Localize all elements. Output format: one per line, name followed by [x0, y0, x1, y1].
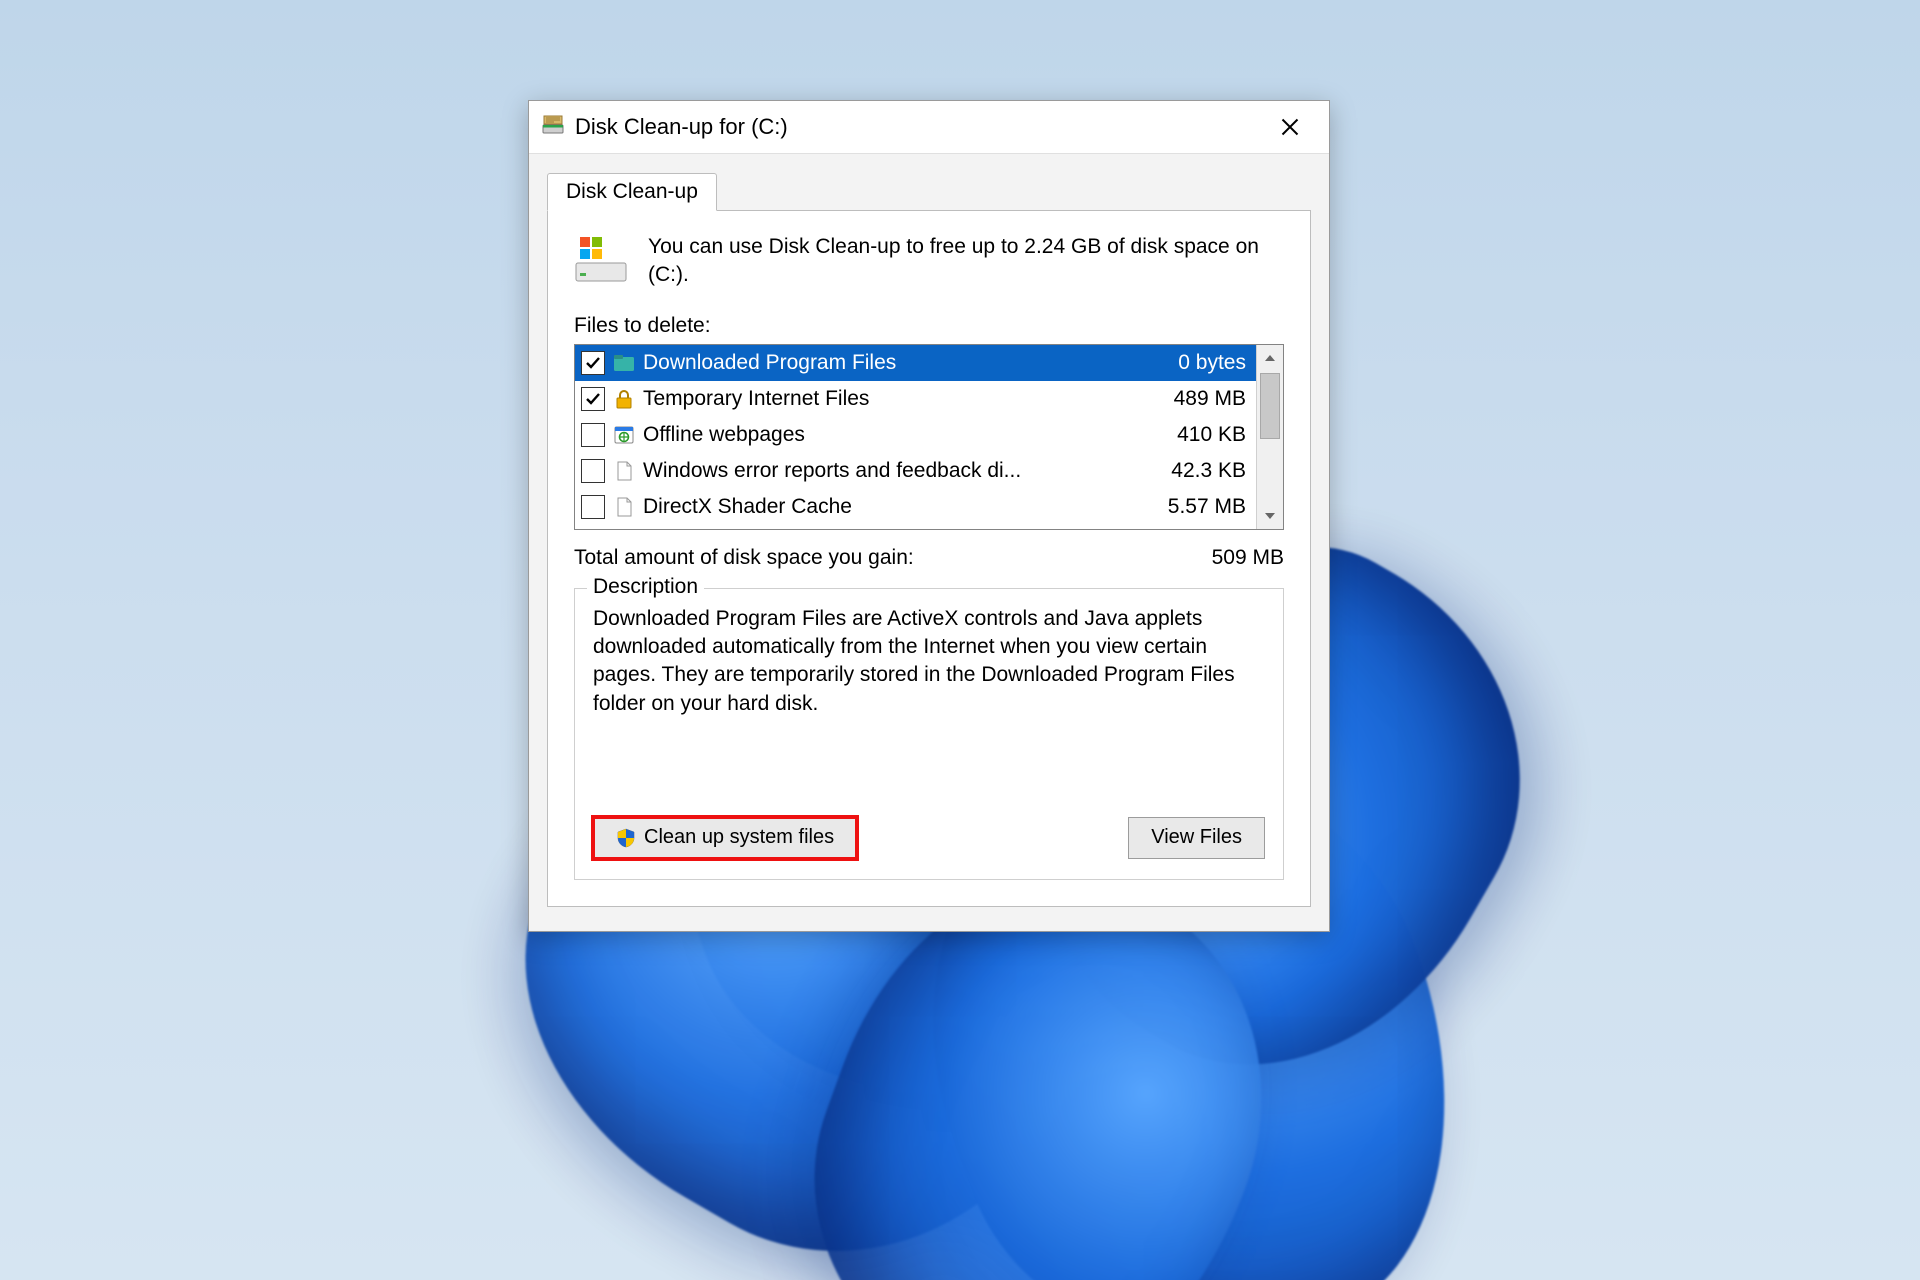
scroll-down-arrow[interactable] — [1257, 503, 1283, 529]
description-groupbox: Description Downloaded Program Files are… — [574, 588, 1284, 880]
scroll-up-arrow[interactable] — [1257, 345, 1283, 371]
titlebar[interactable]: Disk Clean-up for (C:) — [529, 101, 1329, 154]
file-name: Downloaded Program Files — [643, 351, 1128, 375]
file-size: 410 KB — [1136, 423, 1246, 447]
files-to-delete-label: Files to delete: — [574, 314, 1284, 338]
total-label: Total amount of disk space you gain: — [574, 546, 914, 570]
description-text: Downloaded Program Files are ActiveX con… — [593, 605, 1265, 718]
file-list-row[interactable]: Temporary Internet Files 489 MB — [575, 381, 1256, 417]
tab-label: Disk Clean-up — [566, 180, 698, 203]
file-checkbox[interactable] — [581, 351, 605, 375]
file-list-row[interactable]: Offline webpages 410 KB — [575, 417, 1256, 453]
file-size: 489 MB — [1136, 387, 1246, 411]
window-title: Disk Clean-up for (C:) — [575, 114, 1261, 140]
uac-shield-icon — [616, 828, 636, 848]
intro-text: You can use Disk Clean-up to free up to … — [648, 233, 1284, 290]
files-listbox[interactable]: Downloaded Program Files 0 bytes Temporary… — [574, 344, 1284, 530]
drive-icon — [574, 233, 628, 287]
file-list-row[interactable]: DirectX Shader Cache 5.57 MB — [575, 489, 1256, 525]
file-checkbox[interactable] — [581, 423, 605, 447]
file-name: Offline webpages — [643, 423, 1128, 447]
file-name: Windows error reports and feedback di... — [643, 459, 1128, 483]
total-value: 509 MB — [1212, 546, 1284, 570]
file-size: 5.57 MB — [1136, 495, 1246, 519]
folder-teal-icon — [613, 352, 635, 374]
description-legend: Description — [587, 575, 704, 599]
file-list-row[interactable]: Windows error reports and feedback di...… — [575, 453, 1256, 489]
scroll-thumb[interactable] — [1260, 373, 1280, 439]
webpage-icon — [613, 424, 635, 446]
disk-cleanup-title-icon — [541, 112, 565, 142]
file-checkbox[interactable] — [581, 459, 605, 483]
lock-icon — [613, 388, 635, 410]
tab-panel: You can use Disk Clean-up to free up to … — [547, 210, 1311, 907]
close-button[interactable] — [1261, 105, 1319, 149]
view-files-button[interactable]: View Files — [1128, 817, 1265, 859]
file-list-row[interactable]: Downloaded Program Files 0 bytes — [575, 345, 1256, 381]
clean-up-system-files-button[interactable]: Clean up system files — [593, 817, 857, 859]
file-checkbox[interactable] — [581, 387, 605, 411]
file-size: 0 bytes — [1136, 351, 1246, 375]
view-files-label: View Files — [1151, 826, 1242, 849]
scrollbar-vertical[interactable] — [1256, 345, 1283, 529]
file-checkbox[interactable] — [581, 495, 605, 519]
file-name: Temporary Internet Files — [643, 387, 1128, 411]
disk-cleanup-window: Disk Clean-up for (C:) Disk Clean-up — [528, 100, 1330, 932]
file-name: DirectX Shader Cache — [643, 495, 1128, 519]
window-client-area: Disk Clean-up — [529, 154, 1329, 931]
blank-file-icon — [613, 496, 635, 518]
blank-file-icon — [613, 460, 635, 482]
file-size: 42.3 KB — [1136, 459, 1246, 483]
clean-up-system-files-label: Clean up system files — [644, 826, 834, 849]
tab-disk-cleanup[interactable]: Disk Clean-up — [547, 173, 717, 211]
